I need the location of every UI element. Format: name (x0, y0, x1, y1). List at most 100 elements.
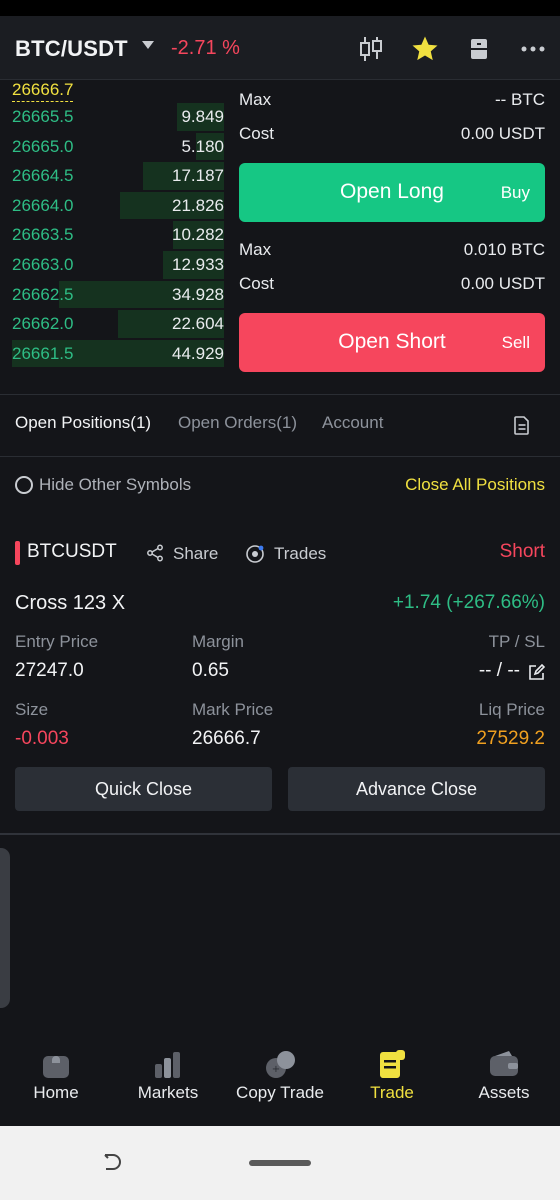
nav-markets[interactable]: Markets (112, 1040, 224, 1126)
orderbook-row[interactable]: 26662.5 34.928 (12, 280, 224, 310)
orderbook-price: 26665.0 (12, 136, 74, 156)
orderbook-row[interactable]: 26664.5 17.187 (12, 161, 224, 191)
candlestick-chart-icon[interactable] (354, 32, 388, 66)
margin-value: 0.65 (192, 660, 229, 681)
bottom-nav: Home Markets + Copy Trade Trade Assets (0, 1040, 560, 1126)
max-short-value: 0.010 BTC (463, 240, 545, 259)
orderbook-row[interactable]: 26663.0 12.933 (12, 250, 224, 280)
nav-assets-label: Assets (478, 1083, 530, 1102)
quick-close-button[interactable]: Quick Close (15, 767, 272, 811)
edit-icon[interactable] (528, 663, 546, 681)
back-icon[interactable] (100, 1152, 122, 1174)
orderbook-price: 26663.5 (12, 225, 74, 245)
share-button[interactable]: Share (173, 544, 218, 564)
entry-price-value: 27247.0 (15, 660, 84, 681)
layout-icon[interactable] (462, 32, 496, 66)
orderbook-qty: 44.929 (172, 343, 224, 363)
nav-assets[interactable]: Assets (448, 1040, 560, 1126)
hide-symbols-label[interactable]: Hide Other Symbols (39, 475, 191, 495)
open-long-label: Open Long (340, 180, 444, 203)
copy-trade-icon: + (264, 1048, 296, 1080)
pair-selector[interactable]: BTC/USDT (15, 36, 128, 62)
home-icon (40, 1048, 72, 1080)
max-label: Max (239, 90, 272, 109)
tab-open-positions[interactable]: Open Positions(1) (15, 413, 151, 433)
entry-price-label: Entry Price (15, 632, 99, 651)
open-long-button[interactable]: Open Long Buy (239, 163, 545, 222)
orderbook-qty: 5.180 (181, 136, 224, 156)
nav-markets-label: Markets (137, 1083, 199, 1102)
caret-down-icon[interactable] (142, 41, 154, 49)
nav-trade-label: Trade (370, 1083, 414, 1102)
nav-home-label: Home (33, 1083, 79, 1102)
orderbook-price: 26662.0 (12, 314, 74, 334)
orderbook-price: 26665.5 (12, 107, 74, 126)
orderbook-qty: 21.826 (172, 195, 224, 215)
orderbook-price: 26664.5 (12, 166, 74, 186)
cost-label: Cost (239, 124, 274, 143)
cost-long-value: 0.00 USDT (460, 124, 545, 143)
header: BTC/USDT -2.71 % (0, 16, 560, 80)
divider (0, 394, 560, 395)
position-card: BTCUSDT Share Trades Short Cross 123 X +… (0, 520, 560, 835)
close-all-positions-link[interactable]: Close All Positions (405, 475, 545, 495)
unrealized-pnl: +1.74 (+267.66%) (392, 592, 545, 613)
nav-home[interactable]: Home (0, 1040, 112, 1126)
cost-label: Cost (239, 274, 274, 293)
nav-copy-trade[interactable]: + Copy Trade (224, 1040, 336, 1126)
orderbook-qty: 12.933 (172, 255, 224, 274)
last-price[interactable]: 26666.7 (12, 80, 74, 102)
orderbook-qty: 17.187 (172, 166, 224, 186)
margin-label: Margin (192, 632, 244, 651)
orderbook-price: 26664.0 (12, 195, 74, 215)
advance-close-button[interactable]: Advance Close (288, 767, 545, 811)
orderbook-price: 26662.5 (12, 284, 74, 304)
position-side: Short (499, 541, 545, 562)
document-icon[interactable] (514, 416, 530, 435)
mark-price-value: 26666.7 (192, 728, 261, 749)
more-icon[interactable] (516, 32, 550, 66)
orderbook-qty: 10.282 (172, 225, 224, 245)
orderbook-row[interactable]: 26661.5 44.929 (12, 339, 224, 369)
orderbook-row[interactable]: 26665.5 9.849 (12, 102, 224, 132)
orderbook-qty: 34.928 (172, 284, 224, 304)
nav-trade[interactable]: Trade (336, 1040, 448, 1126)
tpsl-label: TP / SL (488, 632, 545, 651)
trades-icon[interactable] (245, 544, 265, 569)
open-short-label: Open Short (338, 330, 446, 353)
max-label: Max (239, 240, 272, 259)
sell-label: Sell (501, 333, 530, 352)
wallet-icon (488, 1048, 520, 1080)
status-bar (0, 0, 560, 16)
orderbook-row[interactable]: 26662.0 22.604 (12, 309, 224, 339)
divider (0, 833, 560, 835)
svg-text:+: + (272, 1064, 280, 1075)
orderbook-row[interactable]: 26663.5 10.282 (12, 220, 224, 250)
home-gesture-bar[interactable] (249, 1160, 311, 1166)
tpsl-value[interactable]: -- / -- (479, 660, 520, 682)
share-icon[interactable] (146, 544, 164, 567)
buy-label: Buy (500, 183, 530, 202)
side-drawer-handle[interactable] (0, 848, 10, 1008)
order-form: Max -- BTC Cost 0.00 USDT Open Long Buy … (239, 80, 545, 380)
orderbook-qty: 9.849 (181, 107, 224, 126)
trades-button[interactable]: Trades (274, 544, 326, 564)
orderbook-row[interactable]: 26665.0 5.180 (12, 132, 224, 162)
short-indicator (15, 541, 20, 565)
max-long-value: -- BTC (494, 90, 545, 109)
markets-icon (152, 1048, 184, 1080)
tab-account[interactable]: Account (322, 413, 383, 433)
orderbook-row[interactable]: 26664.0 21.826 (12, 191, 224, 221)
nav-copy-trade-label: Copy Trade (236, 1083, 324, 1102)
tab-open-orders[interactable]: Open Orders(1) (178, 413, 297, 433)
orderbook-qty: 22.604 (172, 314, 224, 334)
liq-price-label: Liq Price (478, 700, 545, 719)
orderbook-price: 26661.5 (12, 343, 74, 363)
star-icon[interactable] (408, 32, 442, 66)
margin-mode-leverage[interactable]: Cross 123 X (15, 592, 125, 615)
price-change: -2.71 % (171, 37, 240, 59)
position-symbol[interactable]: BTCUSDT (27, 541, 117, 563)
hide-symbols-radio[interactable] (15, 476, 33, 494)
open-short-button[interactable]: Open Short Sell (239, 313, 545, 372)
orderbook-price: 26663.0 (12, 255, 74, 274)
